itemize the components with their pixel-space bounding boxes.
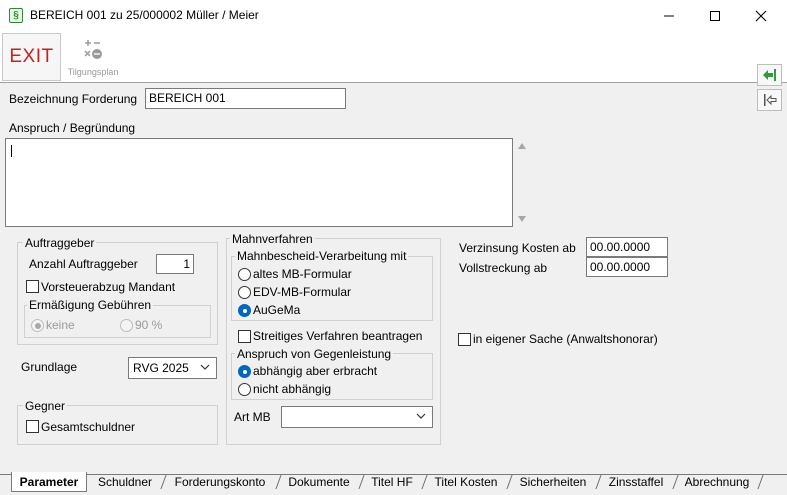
title-bar: § BEREICH 001 zu 25/000002 Müller / Meie… bbox=[0, 0, 787, 31]
tab-zinsstaffel[interactable]: Zinsstaffel bbox=[601, 472, 671, 492]
vollstreckung-label: Vollstreckung ab bbox=[459, 261, 548, 275]
vollstreckung-input[interactable]: 00.00.0000 bbox=[586, 257, 668, 277]
arrow-left-bar-icon bbox=[763, 94, 776, 106]
anzahl-auftraggeber-label: Anzahl Auftraggeber bbox=[29, 257, 138, 271]
neunzig-prozent-radio[interactable] bbox=[120, 319, 133, 332]
altes-mb-radio[interactable] bbox=[238, 268, 251, 281]
nav-forward-button[interactable] bbox=[757, 64, 782, 86]
chevron-down-icon bbox=[416, 413, 426, 419]
chevron-down-icon bbox=[200, 364, 210, 370]
grundlage-select[interactable]: RVG 2025 bbox=[128, 357, 217, 379]
augema-label: AuGeMa bbox=[253, 303, 301, 317]
app-icon: § bbox=[9, 8, 23, 23]
keine-label: keine bbox=[46, 318, 75, 332]
altes-mb-label: altes MB-Formular bbox=[253, 267, 352, 281]
gegner-title: Gegner bbox=[23, 399, 68, 413]
tab-parameter[interactable]: Parameter bbox=[11, 472, 87, 492]
tab-titel-hf[interactable]: Titel HF bbox=[364, 472, 420, 492]
close-button[interactable] bbox=[738, 0, 784, 31]
maximize-button[interactable] bbox=[692, 0, 738, 31]
tilgungsplan-label: Tilgungsplan bbox=[67, 67, 119, 77]
minimize-icon bbox=[664, 15, 674, 16]
green-arrow-left-icon bbox=[762, 69, 776, 81]
anspruch-label: Anspruch / Begründung bbox=[9, 121, 136, 135]
keine-radio[interactable] bbox=[31, 319, 44, 332]
verzinsung-label: Verzinsung Kosten ab bbox=[459, 241, 576, 255]
gesamtschuldner-label: Gesamtschuldner bbox=[41, 420, 136, 434]
edv-mb-label: EDV-MB-Formular bbox=[253, 285, 352, 299]
nicht-abhaengig-label: nicht abhängig bbox=[253, 382, 332, 396]
maximize-icon bbox=[710, 10, 720, 21]
mahnverfahren-title: Mahnverfahren bbox=[230, 232, 315, 246]
calculator-icon bbox=[84, 40, 102, 59]
eigene-sache-checkbox[interactable] bbox=[458, 333, 471, 346]
auftraggeber-title: Auftraggeber bbox=[23, 236, 97, 250]
nicht-abhaengig-radio[interactable] bbox=[238, 383, 251, 396]
minimize-button[interactable] bbox=[646, 0, 692, 31]
scroll-up-icon[interactable] bbox=[518, 143, 526, 149]
streitig-label: Streitiges Verfahren beantragen bbox=[253, 329, 423, 343]
anspruch-scrollbar[interactable] bbox=[515, 138, 529, 227]
tab-dokumente[interactable]: Dokumente bbox=[281, 472, 357, 492]
gegenleistung-title: Anspruch von Gegenleistung bbox=[235, 347, 394, 361]
tab-schuldner[interactable]: Schuldner bbox=[90, 472, 160, 492]
augema-radio[interactable] bbox=[238, 304, 251, 317]
edv-mb-radio[interactable] bbox=[238, 286, 251, 299]
gesamtschuldner-checkbox[interactable] bbox=[26, 420, 39, 433]
bezeichnung-label: Bezeichnung Forderung bbox=[9, 92, 138, 106]
tab-bar: Parameter Schuldner Forderungskonto Doku… bbox=[0, 472, 787, 495]
abhaengig-erbracht-radio[interactable] bbox=[238, 365, 251, 378]
abhaengig-erbracht-label: abhängig aber erbracht bbox=[253, 364, 378, 378]
tilgungsplan-button[interactable]: Tilgungsplan bbox=[63, 33, 123, 81]
toolbar: EXIT Tilgungsplan bbox=[0, 31, 787, 111]
tab-abrechnung[interactable]: Abrechnung bbox=[678, 472, 756, 492]
ermaessigung-title: Ermäßigung Gebühren bbox=[27, 298, 154, 312]
vorsteuer-label: Vorsteuerabzug Mandant bbox=[41, 280, 176, 294]
scroll-down-icon[interactable] bbox=[518, 216, 526, 222]
grundlage-label: Grundlage bbox=[21, 360, 78, 374]
tab-separator bbox=[757, 475, 764, 489]
anspruch-textarea[interactable] bbox=[5, 138, 513, 227]
text-caret bbox=[11, 145, 12, 157]
tab-forderungskonto[interactable]: Forderungskonto bbox=[166, 472, 274, 492]
nav-back-button[interactable] bbox=[757, 89, 782, 111]
verzinsung-input[interactable]: 00.00.0000 bbox=[586, 237, 668, 257]
tab-titel-kosten[interactable]: Titel Kosten bbox=[427, 472, 505, 492]
anzahl-auftraggeber-input[interactable]: 1 bbox=[156, 254, 194, 274]
verarbeitung-title: Mahnbescheid-Verarbeitung mit bbox=[235, 249, 409, 263]
grundlage-value: RVG 2025 bbox=[133, 361, 189, 375]
neunzig-prozent-label: 90 % bbox=[135, 318, 163, 332]
art-mb-label: Art MB bbox=[234, 410, 271, 424]
exit-label: EXIT bbox=[9, 46, 54, 67]
eigene-sache-label: in eigener Sache (Anwaltshonorar) bbox=[473, 332, 658, 346]
close-icon bbox=[755, 10, 767, 21]
art-mb-select[interactable] bbox=[281, 406, 433, 428]
vorsteuer-checkbox[interactable] bbox=[26, 280, 39, 293]
streitig-checkbox[interactable] bbox=[238, 330, 251, 343]
window-title: BEREICH 001 zu 25/000002 Müller / Meier bbox=[30, 8, 259, 22]
exit-button[interactable]: EXIT bbox=[2, 33, 61, 81]
bezeichnung-input[interactable]: BEREICH 001 bbox=[145, 88, 346, 109]
tab-sicherheiten[interactable]: Sicherheiten bbox=[512, 472, 594, 492]
